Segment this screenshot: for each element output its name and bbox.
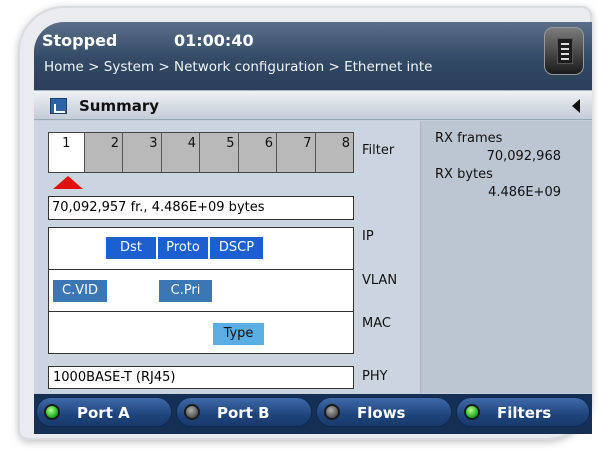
ip-field-dscp[interactable]: DSCP bbox=[210, 237, 263, 259]
status-text: Stopped bbox=[42, 31, 118, 50]
filter-cell-4[interactable]: 4 bbox=[160, 133, 199, 172]
filters-label: Filters bbox=[497, 404, 552, 422]
section-title: Summary bbox=[79, 97, 160, 115]
divider bbox=[49, 269, 353, 270]
breadcrumb[interactable]: Home > System > Network configuration > … bbox=[44, 59, 432, 75]
filter-cell-7[interactable]: 7 bbox=[276, 133, 315, 172]
header-layers-box: Dst Proto DSCP C.VID C.Pri Type bbox=[48, 227, 354, 354]
summary-chart-icon bbox=[50, 98, 67, 114]
selected-filter-marker-icon bbox=[53, 176, 83, 189]
rx-frames-value: 70,092,968 bbox=[486, 149, 561, 164]
status-led-icon bbox=[44, 404, 60, 420]
mac-layer-label: MAC bbox=[362, 316, 391, 331]
status-led-icon bbox=[324, 404, 340, 420]
rx-frames-label: RX frames bbox=[435, 131, 503, 146]
summary-section-header[interactable]: Summary bbox=[34, 90, 592, 120]
ip-field-proto[interactable]: Proto bbox=[158, 237, 208, 259]
rx-bytes-value: 4.486E+09 bbox=[488, 185, 561, 200]
header-bar: Stopped 01:00:40 Home > System > Network… bbox=[34, 22, 592, 90]
flows-tab[interactable]: Flows bbox=[316, 397, 452, 427]
filter-label: Filter bbox=[362, 143, 395, 158]
filter-selector: 1 2 3 4 5 6 7 8 bbox=[48, 132, 354, 173]
document-menu-button[interactable] bbox=[544, 27, 584, 75]
port-a-tab[interactable]: Port A bbox=[36, 397, 172, 427]
screen: Stopped 01:00:40 Home > System > Network… bbox=[34, 22, 592, 434]
mac-field-type[interactable]: Type bbox=[213, 323, 264, 345]
document-icon bbox=[557, 38, 573, 64]
phy-value: 1000BASE-T (RJ45) bbox=[48, 366, 354, 389]
collapse-arrow-icon[interactable] bbox=[572, 99, 580, 113]
port-b-tab[interactable]: Port B bbox=[176, 397, 312, 427]
ip-field-dst[interactable]: Dst bbox=[106, 237, 156, 259]
status-led-icon bbox=[184, 404, 200, 420]
vlan-field-cvid[interactable]: C.VID bbox=[53, 280, 107, 302]
elapsed-time: 01:00:40 bbox=[174, 31, 254, 50]
filters-tab[interactable]: Filters bbox=[456, 397, 590, 427]
port-tab-bar: Port A Port B Flows Filters bbox=[34, 394, 592, 434]
port-a-label: Port A bbox=[77, 404, 130, 422]
vlan-field-cpri[interactable]: C.Pri bbox=[159, 280, 212, 302]
filter-cell-2[interactable]: 2 bbox=[83, 133, 122, 172]
filter-cell-1[interactable]: 1 bbox=[49, 133, 84, 172]
filter-cell-8[interactable]: 8 bbox=[314, 133, 353, 172]
rx-bytes-label: RX bytes bbox=[435, 167, 493, 182]
filter-summary-panel: 1 2 3 4 5 6 7 8 Filter 70,092,957 fr., 4… bbox=[34, 121, 420, 393]
divider bbox=[49, 311, 353, 312]
filter-cell-5[interactable]: 5 bbox=[199, 133, 238, 172]
ip-layer-label: IP bbox=[362, 229, 374, 244]
filter-cell-6[interactable]: 6 bbox=[237, 133, 276, 172]
port-b-label: Port B bbox=[217, 404, 270, 422]
phy-layer-label: PHY bbox=[362, 369, 388, 384]
vlan-layer-label: VLAN bbox=[362, 273, 398, 288]
status-led-icon bbox=[464, 404, 480, 420]
frames-summary: 70,092,957 fr., 4.486E+09 bytes bbox=[48, 196, 354, 220]
filter-cell-3[interactable]: 3 bbox=[122, 133, 161, 172]
flows-label: Flows bbox=[357, 404, 406, 422]
rx-stats-panel: RX frames 70,092,968 RX bytes 4.486E+09 bbox=[420, 121, 592, 393]
